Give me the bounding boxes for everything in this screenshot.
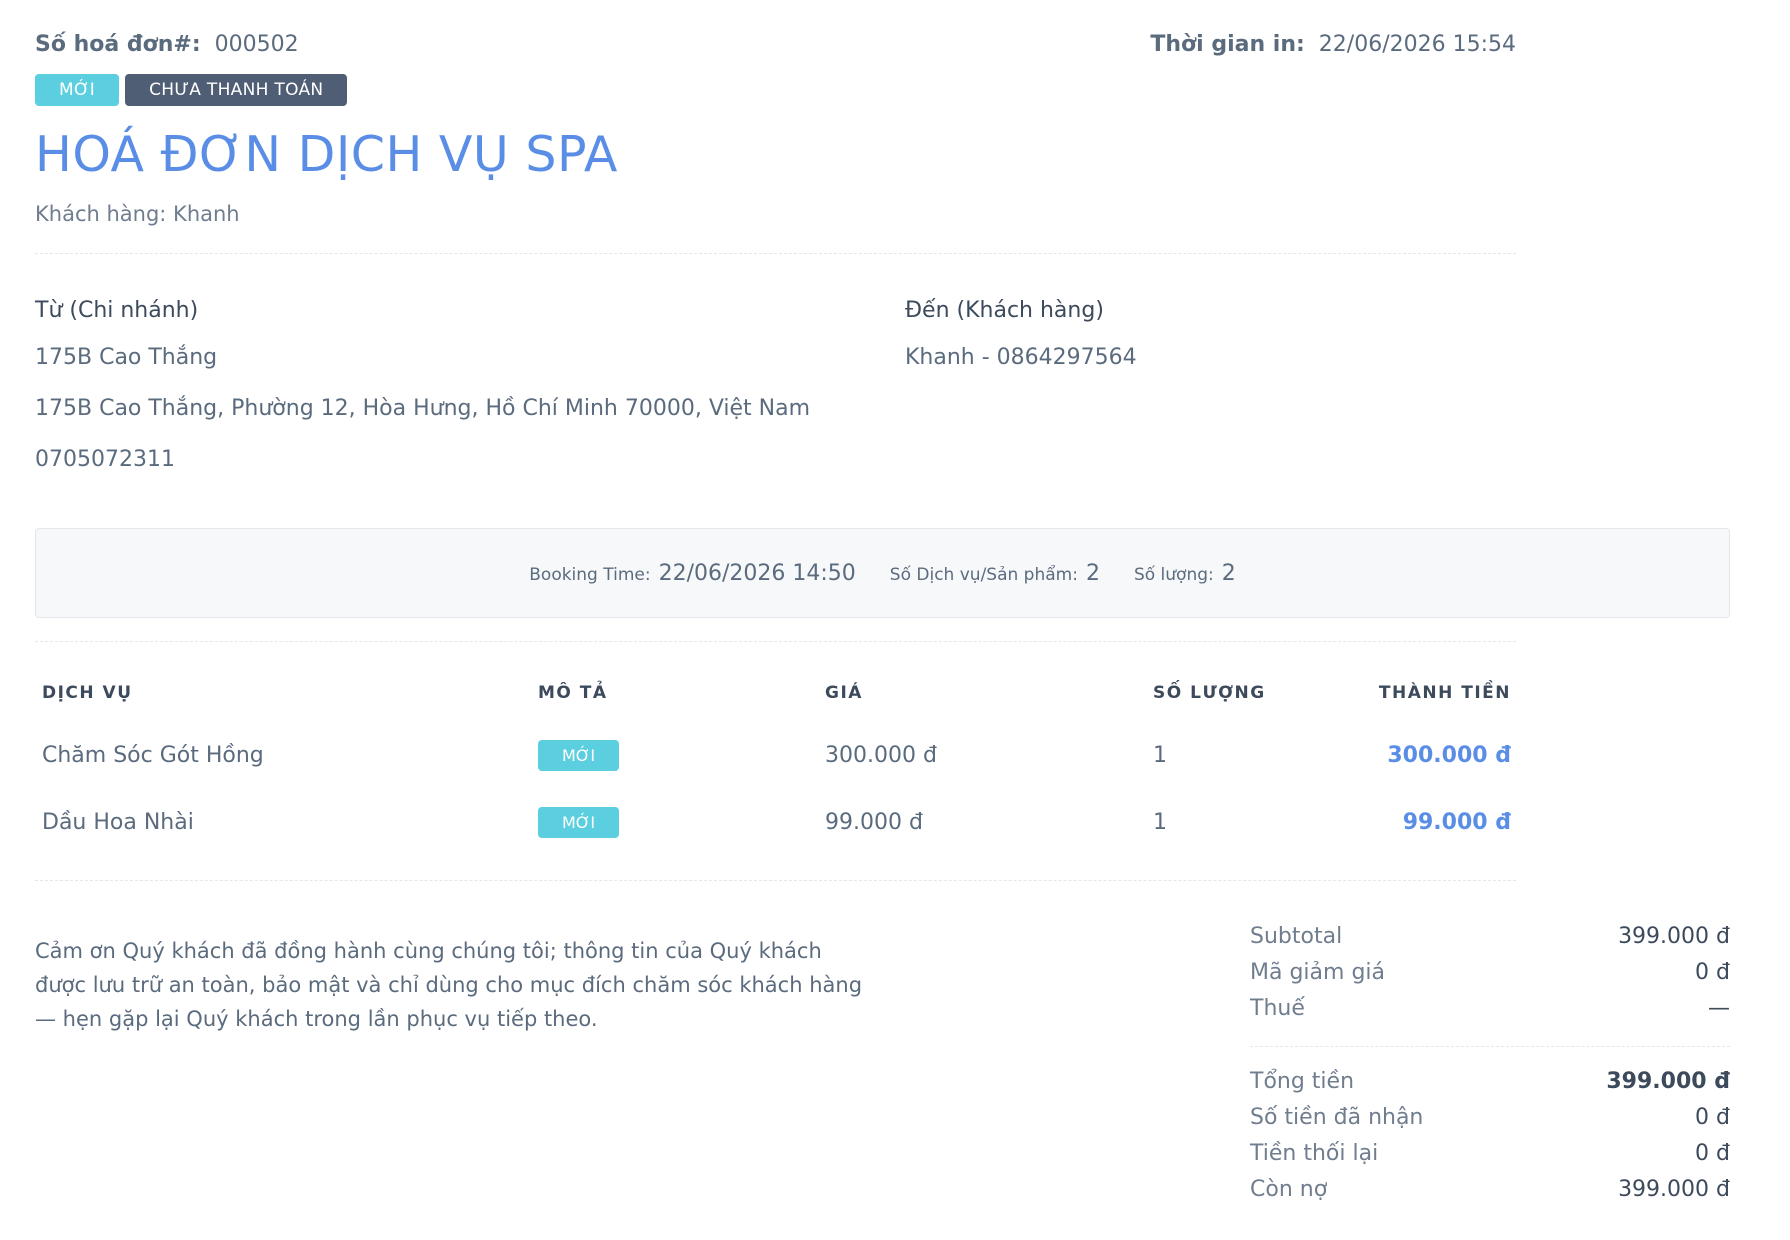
thank-you-note: Cảm ơn Quý khách đã đồng hành cùng chúng… [35,939,863,1031]
to-customer-section: Đến (Khách hàng) Khanh - 0864297564 [905,298,1137,396]
service-price: 300.000 đ [825,743,937,768]
received-value: 0 đ [1695,1105,1730,1130]
booking-time: Booking Time: 22/06/2026 14:50 [529,561,856,586]
debt-label: Còn nợ [1250,1177,1328,1202]
service-count-label: Số Dịch vụ/Sản phẩm: [889,564,1078,585]
print-time-label: Thời gian in: [1150,32,1305,57]
service-line-total: 99.000 đ [1402,810,1511,835]
tax-label: Thuế [1250,996,1305,1021]
table-row: Chăm Sóc Gót Hồng MỚI 300.000 đ 1 300.00… [0,740,1568,780]
discount-label: Mã giảm giá [1250,960,1385,985]
tax-row: Thuế — [1250,996,1730,1032]
change-row: Tiền thối lại 0 đ [1250,1141,1730,1177]
print-time-value: 22/06/2026 15:54 [1318,32,1516,57]
divider [35,880,1516,881]
service-name: Chăm Sóc Gót Hồng [42,743,264,768]
branch-phone: 0705072311 [35,447,175,472]
divider [35,641,1516,642]
booking-time-value: 22/06/2026 14:50 [658,560,856,586]
status-badge-unpaid: CHƯA THANH TOÁN [125,74,348,106]
service-count-value: 2 [1085,560,1100,586]
service-status-badge: MỚI [538,740,620,771]
totals-divider [1250,1046,1730,1047]
quantity-count-value: 2 [1221,560,1236,586]
status-badges: MỚI CHƯA THANH TOÁN [35,74,348,106]
page-title: HOÁ ĐƠN DỊCH VỤ SPA [35,126,618,183]
quantity-count: Số lượng: 2 [1134,561,1236,586]
change-value: 0 đ [1695,1141,1730,1166]
branch-address: 175B Cao Thắng, Phường 12, Hòa Hưng, Hồ … [35,396,811,421]
column-header-description: MÔ TẢ [538,683,608,703]
service-badge-cell: MỚI [538,740,620,771]
invoice-page: Số hoá đơn#: 000502 Thời gian in: 22/06/20… [0,0,1730,1240]
discount-row: Mã giảm giá 0 đ [1250,960,1730,996]
from-title: Từ (Chi nhánh) [35,298,199,323]
invoice-topline: Số hoá đơn#: 000502 Thời gian in: 22/06/20… [35,32,1516,62]
branch-name: 175B Cao Thắng [35,345,218,370]
service-quantity: 1 [1153,810,1167,835]
debt-value: 399.000 đ [1618,1177,1730,1202]
total-row: Tổng tiền 399.000 đ [1250,1069,1730,1105]
to-title: Đến (Khách hàng) [905,298,1104,323]
total-value: 399.000 đ [1606,1069,1730,1094]
subtotal-row: Subtotal 399.000 đ [1250,924,1730,960]
service-status-badge: MỚI [538,807,620,838]
total-label: Tổng tiền [1250,1069,1355,1094]
service-line-total: 300.000 đ [1387,743,1511,768]
service-quantity: 1 [1153,743,1167,768]
invoice-number-value: 000502 [214,32,299,57]
print-time: Thời gian in: 22/06/2026 15:54 [1150,32,1516,57]
service-count: Số Dịch vụ/Sản phẩm: 2 [890,561,1100,586]
debt-row: Còn nợ 399.000 đ [1250,1177,1730,1213]
service-badge-cell: MỚI [538,807,620,838]
totals-summary: Subtotal 399.000 đ Mã giảm giá 0 đ Thuế — T… [1250,924,1730,1213]
divider [35,253,1516,254]
customer-contact: Khanh - 0864297564 [905,345,1137,370]
received-label: Số tiền đã nhận [1250,1105,1424,1130]
table-row: Dầu Hoa Nhài MỚI 99.000 đ 1 99.000 đ [0,807,1568,847]
booking-info-box: Booking Time: 22/06/2026 14:50 Số Dịch vụ… [35,528,1730,618]
column-header-quantity: SỐ LƯỢNG [1153,683,1266,703]
status-badge-new: MỚI [35,74,120,106]
customer-line: Khách hàng: Khanh [35,202,240,226]
from-branch-section: Từ (Chi nhánh) 175B Cao Thắng 175B Cao T… [35,298,810,498]
tax-value: — [1708,996,1730,1021]
received-row: Số tiền đã nhận 0 đ [1250,1105,1730,1141]
subtotal-value: 399.000 đ [1618,924,1730,949]
service-name: Dầu Hoa Nhài [42,810,194,835]
invoice-number-label: Số hoá đơn#: [35,32,201,57]
subtotal-label: Subtotal [1250,924,1343,949]
quantity-count-label: Số lượng: [1133,564,1214,585]
service-price: 99.000 đ [825,810,923,835]
column-header-line-total: THÀNH TIỀN [1378,683,1511,703]
booking-time-label: Booking Time: [529,564,651,585]
column-header-price: GIÁ [825,683,863,703]
column-header-service: DỊCH VỤ [42,683,133,703]
change-label: Tiền thối lại [1250,1141,1379,1166]
discount-value: 0 đ [1695,960,1730,985]
invoice-number: Số hoá đơn#: 000502 [35,32,299,57]
